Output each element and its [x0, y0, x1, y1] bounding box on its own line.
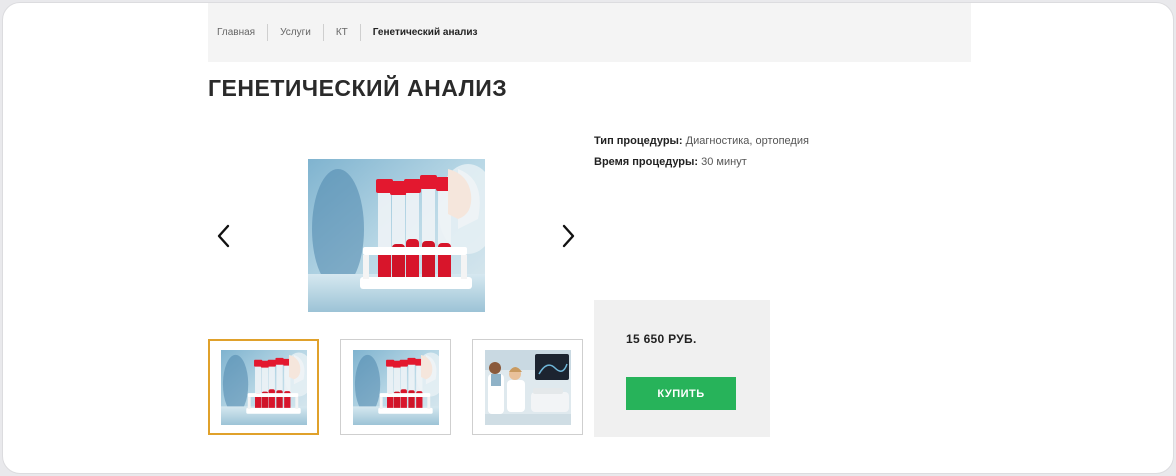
breadcrumb-home-link[interactable]: Главная	[217, 24, 267, 41]
procedure-type-row: Тип процедуры: Диагностика, ортопедия	[594, 135, 809, 147]
procedure-time-row: Время процедуры: 30 минут	[594, 156, 809, 168]
procedure-time-value: 30 минут	[701, 156, 747, 168]
gallery-prev-button[interactable]	[212, 223, 234, 249]
gallery-thumbnail-2[interactable]	[340, 339, 451, 435]
procedure-details: Тип процедуры: Диагностика, ортопедия Вр…	[594, 135, 809, 177]
breadcrumb-current: Генетический анализ	[359, 24, 490, 41]
doctors-ultrasound-photo	[485, 350, 571, 425]
gallery-thumbnail-1[interactable]	[208, 339, 319, 435]
breadcrumb-ct-link[interactable]: КТ	[322, 24, 360, 41]
main-product-image	[308, 159, 485, 312]
gallery-next-button[interactable]	[558, 223, 580, 249]
blood-test-tubes-photo	[353, 350, 439, 425]
procedure-time-label: Время процедуры:	[594, 156, 699, 168]
price-value: 15 650 РУБ.	[626, 332, 697, 346]
gallery-thumbnail-3[interactable]	[472, 339, 583, 435]
blood-test-tubes-photo	[221, 350, 307, 425]
procedure-type-label: Тип процедуры:	[594, 135, 683, 147]
breadcrumb-services-link[interactable]: Услуги	[267, 24, 323, 41]
blood-test-tubes-photo	[308, 159, 485, 312]
breadcrumb: Главная Услуги КТ Генетический анализ	[208, 3, 971, 62]
price-card: 15 650 РУБ. КУПИТЬ	[594, 300, 770, 437]
procedure-type-value: Диагностика, ортопедия	[685, 135, 809, 147]
buy-button[interactable]: КУПИТЬ	[626, 377, 736, 410]
page-title: ГЕНЕТИЧЕСКИЙ АНАЛИЗ	[208, 75, 508, 101]
page-frame: Главная Услуги КТ Генетический анализ ГЕ…	[2, 2, 1174, 474]
chevron-left-icon	[217, 224, 230, 248]
chevron-right-icon	[562, 224, 575, 248]
